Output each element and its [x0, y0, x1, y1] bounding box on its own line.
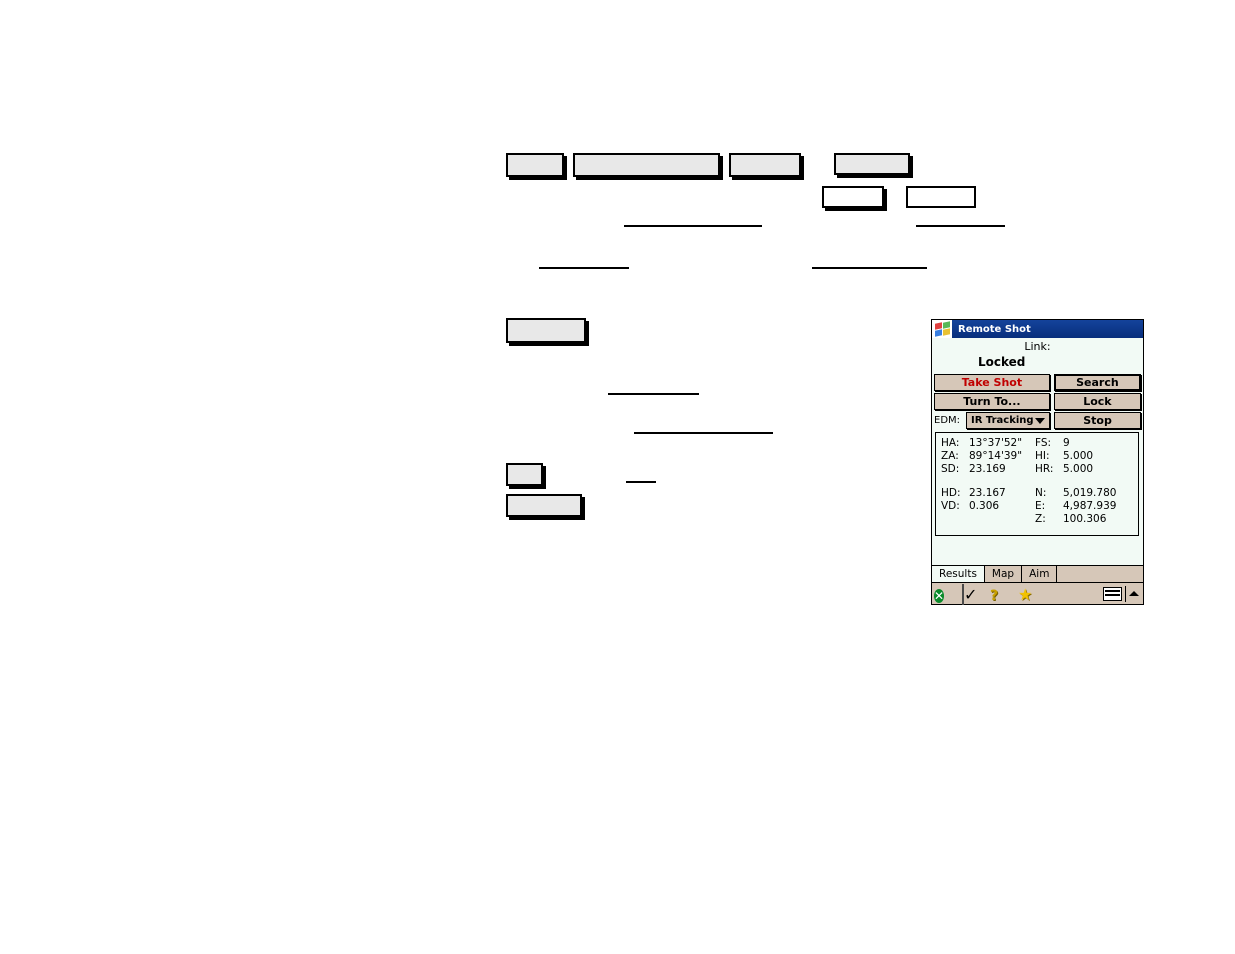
- window-title: Remote Shot: [958, 323, 1031, 335]
- edm-label: EDM:: [934, 415, 961, 426]
- hr-value: 5.000: [1063, 463, 1094, 475]
- windows-flag-icon[interactable]: [932, 320, 952, 338]
- results-row: VD: 0.306 E: 4,987.939: [941, 500, 1138, 513]
- redacted-rule-3: [539, 267, 629, 269]
- button-row-1: Take Shot Search: [934, 374, 1141, 391]
- results-row: HA: 13°37'52" FS: 9: [941, 437, 1138, 450]
- redacted-box-2: [573, 153, 720, 177]
- fs-label: FS:: [1035, 437, 1052, 449]
- edm-row: EDM: IR Tracking Stop: [934, 412, 1141, 429]
- redacted-rule-4: [812, 267, 927, 269]
- redacted-rule-7: [626, 481, 656, 483]
- n-label: N:: [1035, 487, 1047, 499]
- results-data-panel: HA: 13°37'52" FS: 9 ZA: 89°14'39" HI: 5.…: [935, 432, 1139, 536]
- link-status-area: Link: Locked: [932, 338, 1143, 374]
- hd-value: 23.167: [969, 487, 1006, 499]
- results-spacer: [941, 476, 1138, 487]
- take-shot-button[interactable]: Take Shot: [934, 374, 1050, 391]
- close-circle-icon[interactable]: ✕: [934, 585, 952, 603]
- redacted-rule-5: [608, 393, 699, 395]
- redacted-box-4: [834, 153, 910, 175]
- chevron-down-icon: [1035, 417, 1046, 424]
- fs-value: 9: [1063, 437, 1070, 449]
- redacted-rule-2: [916, 225, 1005, 227]
- ha-value: 13°37'52": [969, 437, 1023, 449]
- redacted-empty-box-1: [822, 186, 884, 208]
- tab-strip-filler: [1057, 566, 1143, 582]
- lock-button[interactable]: Lock: [1053, 393, 1141, 410]
- help-question-icon[interactable]: ?: [990, 585, 1008, 604]
- redacted-rule-6: [634, 432, 773, 434]
- chevron-up-icon[interactable]: [1129, 591, 1139, 596]
- redacted-box-3: [729, 153, 801, 177]
- hr-label: HR:: [1035, 463, 1054, 475]
- redacted-empty-box-2: [906, 186, 976, 208]
- edm-mode-dropdown[interactable]: IR Tracking: [966, 412, 1051, 429]
- redacted-rule-1: [624, 225, 762, 227]
- redacted-box-6: [506, 463, 543, 486]
- star-icon[interactable]: ★: [1018, 585, 1036, 603]
- za-label: ZA:: [941, 450, 959, 462]
- redacted-box-5: [506, 318, 586, 343]
- e-label: E:: [1035, 500, 1046, 512]
- notes-checked-icon[interactable]: ✓: [962, 583, 980, 605]
- hi-value: 5.000: [1063, 450, 1094, 462]
- edm-mode-value: IR Tracking: [971, 415, 1034, 426]
- redacted-box-1: [506, 153, 564, 177]
- empty-label: [941, 513, 969, 526]
- link-status-value: Locked: [978, 355, 1026, 369]
- close-circle-glyph: ✕: [934, 588, 945, 603]
- sd-label: SD:: [941, 463, 960, 475]
- ha-label: HA:: [941, 437, 960, 449]
- vd-value: 0.306: [969, 500, 1000, 512]
- stop-button[interactable]: Stop: [1054, 412, 1141, 429]
- empty-value: [969, 513, 1035, 526]
- status-bar: ✕ ✓ ? ★: [932, 582, 1143, 605]
- help-glyph: ?: [990, 587, 999, 604]
- results-row: SD: 23.169 HR: 5.000: [941, 463, 1138, 476]
- keyboard-icon[interactable]: [1103, 586, 1122, 601]
- window-title-bar: Remote Shot: [932, 320, 1143, 338]
- redacted-box-7: [506, 494, 582, 517]
- z-label: Z:: [1035, 513, 1046, 525]
- tab-strip: Results Map Aim: [932, 565, 1143, 582]
- link-label: Link:: [1024, 340, 1051, 353]
- results-row: HD: 23.167 N: 5,019.780: [941, 487, 1138, 500]
- z-value: 100.306: [1063, 513, 1107, 525]
- za-value: 89°14'39": [969, 450, 1023, 462]
- remote-shot-window: Remote Shot Link: Locked Take Shot Searc…: [931, 319, 1144, 605]
- star-glyph: ★: [1018, 584, 1033, 604]
- vd-label: VD:: [941, 500, 960, 512]
- button-row-2: Turn To... Lock: [934, 393, 1141, 410]
- e-value: 4,987.939: [1063, 500, 1117, 512]
- results-row: Z: 100.306: [941, 513, 1138, 526]
- status-bar-divider: [1125, 585, 1126, 602]
- search-button[interactable]: Search: [1053, 374, 1141, 391]
- tab-aim[interactable]: Aim: [1022, 566, 1058, 582]
- n-value: 5,019.780: [1063, 487, 1117, 499]
- notes-check-glyph: ✓: [964, 584, 978, 604]
- hi-label: HI:: [1035, 450, 1050, 462]
- hd-label: HD:: [941, 487, 961, 499]
- turn-to-button[interactable]: Turn To...: [934, 393, 1050, 410]
- tab-results[interactable]: Results: [932, 566, 985, 582]
- tab-map[interactable]: Map: [984, 566, 1023, 582]
- command-button-grid: Take Shot Search Turn To... Lock EDM: IR…: [932, 374, 1143, 429]
- sd-value: 23.169: [969, 463, 1006, 475]
- results-row: ZA: 89°14'39" HI: 5.000: [941, 450, 1138, 463]
